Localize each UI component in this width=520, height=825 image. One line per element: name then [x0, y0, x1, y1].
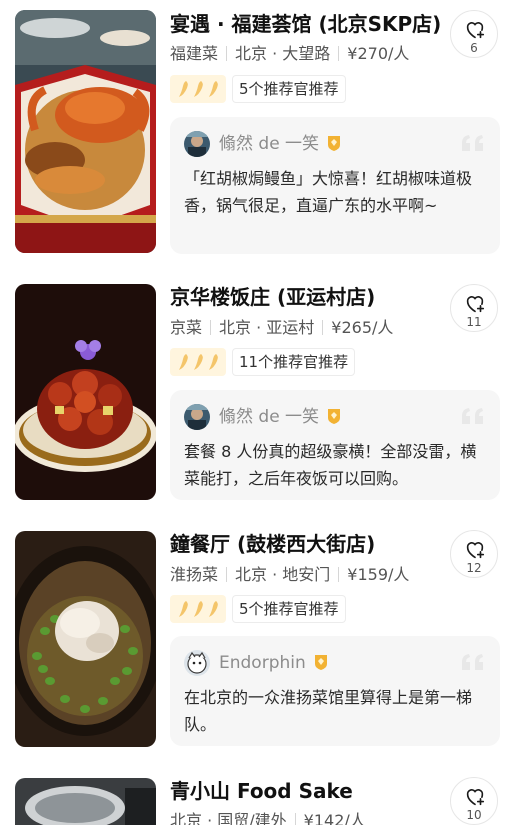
location-label[interactable]: 北京 · 亚运村 [219, 318, 314, 337]
verified-badge-icon [328, 136, 341, 151]
like-button[interactable]: 10 [450, 777, 498, 825]
verified-badge-icon [328, 409, 341, 424]
restaurant-photo[interactable] [15, 10, 156, 253]
restaurant-title: 京华楼饭庄 (亚运村店) [170, 285, 376, 309]
like-count: 6 [470, 41, 478, 55]
chili-drop-icon [194, 354, 203, 370]
recommend-count-tag[interactable]: 5个推荐官推荐 [232, 75, 346, 103]
restaurant-name[interactable]: 宴遇 · 福建荟馆 (北京SKP店) [170, 9, 450, 39]
cuisine-label[interactable]: 淮扬菜 [170, 565, 218, 584]
divider [226, 567, 228, 582]
verified-badge-icon [315, 655, 328, 670]
restaurant-title: 鐘餐厅 (鼓楼西大街店) [170, 532, 376, 556]
location-label[interactable]: 北京 · 国贸/建外 [170, 811, 287, 825]
reviewer-name-text: 翛然 de 一笑 [219, 407, 320, 427]
divider [338, 567, 340, 582]
restaurant-meta: 京菜 北京 · 亚运村 ¥265/人 [170, 316, 393, 340]
restaurant-card[interactable]: 宴遇 · 福建荟馆 (北京SKP店) 6 福建菜 北京 · 大望路 ¥270/人 5… [0, 0, 520, 265]
review-text: 套餐 8 人份真的超级豪横！全部没雷，横菜能打，之后年夜饭可以回购。 [184, 442, 477, 488]
location-label[interactable]: 北京 · 地安门 [235, 565, 330, 584]
price-label: ¥142/人 [303, 811, 366, 825]
location-label[interactable]: 北京 · 大望路 [235, 44, 330, 63]
restaurant-name[interactable]: 鐘餐厅 (鼓楼西大街店) [170, 529, 450, 559]
like-count: 11 [466, 315, 482, 329]
divider [226, 46, 228, 61]
restaurant-card[interactable]: 青小山 Food Sake 10 北京 · 国贸/建外 ¥142/人 [0, 765, 520, 825]
review-card[interactable]: Endorphin 在北京的一众淮扬菜馆里算得上是第一梯队。 [170, 636, 500, 746]
chili-drop-icon [209, 601, 218, 617]
divider [210, 320, 212, 335]
restaurant-photo[interactable] [15, 531, 156, 747]
restaurant-meta: 北京 · 国贸/建外 ¥142/人 [170, 809, 366, 825]
restaurant-title: 青小山 Food Sake [170, 779, 353, 803]
chili-drop-icon [209, 81, 218, 97]
reviewer-name-text: 翛然 de 一笑 [219, 134, 320, 154]
rating-badge [170, 75, 226, 103]
divider [338, 46, 340, 61]
like-button[interactable]: 11 [450, 284, 498, 332]
avatar[interactable] [184, 650, 210, 676]
avatar[interactable] [184, 404, 210, 430]
review-text: 「红胡椒焗鳗鱼」大惊喜！红胡椒味道极香，锅气很足，直逼广东的水平啊~ [184, 169, 473, 215]
cuisine-label[interactable]: 福建菜 [170, 44, 218, 63]
price-label: ¥265/人 [331, 318, 394, 337]
recommend-count-tag[interactable]: 11个推荐官推荐 [232, 348, 356, 376]
restaurant-card[interactable]: 鐘餐厅 (鼓楼西大街店) 12 淮扬菜 北京 · 地安门 ¥159/人 5个推荐官推… [0, 515, 520, 765]
heart-plus-icon [466, 789, 485, 806]
reviewer-name[interactable]: Endorphin [219, 649, 329, 677]
like-count: 12 [466, 561, 482, 575]
chili-drop-icon [179, 601, 188, 617]
heart-plus-icon [466, 542, 485, 559]
review-card[interactable]: 翛然 de 一笑 「红胡椒焗鳗鱼」大惊喜！红胡椒味道极香，锅气很足，直逼广东的水… [170, 117, 500, 254]
recommend-count-tag[interactable]: 5个推荐官推荐 [232, 595, 346, 623]
cuisine-label[interactable]: 京菜 [170, 318, 202, 337]
chili-drop-icon [209, 354, 218, 370]
chili-drop-icon [179, 81, 188, 97]
price-label: ¥159/人 [347, 565, 410, 584]
review-text: 在北京的一众淮扬菜馆里算得上是第一梯队。 [184, 688, 473, 734]
restaurant-photo[interactable] [15, 284, 156, 500]
reviewer-name[interactable]: 翛然 de 一笑 [219, 403, 342, 431]
restaurant-title: 宴遇 · 福建荟馆 (北京SKP店) [170, 12, 442, 36]
restaurant-card[interactable]: 京华楼饭庄 (亚运村店) 11 京菜 北京 · 亚运村 ¥265/人 11个推荐官推… [0, 270, 520, 515]
reviewer-name-text: Endorphin [219, 653, 306, 673]
quote-icon [462, 135, 483, 151]
quote-icon [462, 408, 483, 424]
divider [322, 320, 324, 335]
rating-badge [170, 348, 226, 376]
price-label: ¥270/人 [347, 44, 410, 63]
like-button[interactable]: 6 [450, 10, 498, 58]
chili-drop-icon [194, 81, 203, 97]
quote-icon [462, 654, 483, 670]
divider [294, 813, 296, 825]
chili-drop-icon [179, 354, 188, 370]
heart-plus-icon [466, 296, 485, 313]
like-button[interactable]: 12 [450, 530, 498, 578]
rating-badge [170, 595, 226, 623]
restaurant-meta: 福建菜 北京 · 大望路 ¥270/人 [170, 42, 409, 66]
reviewer-name[interactable]: 翛然 de 一笑 [219, 130, 342, 158]
restaurant-name[interactable]: 青小山 Food Sake [170, 776, 450, 806]
heart-plus-icon [466, 22, 485, 39]
restaurant-photo[interactable] [15, 778, 156, 825]
review-card[interactable]: 翛然 de 一笑 套餐 8 人份真的超级豪横！全部没雷，横菜能打，之后年夜饭可以… [170, 390, 500, 500]
chili-drop-icon [194, 601, 203, 617]
avatar[interactable] [184, 131, 210, 157]
restaurant-name[interactable]: 京华楼饭庄 (亚运村店) [170, 282, 450, 312]
restaurant-meta: 淮扬菜 北京 · 地安门 ¥159/人 [170, 563, 409, 587]
like-count: 10 [466, 808, 482, 822]
